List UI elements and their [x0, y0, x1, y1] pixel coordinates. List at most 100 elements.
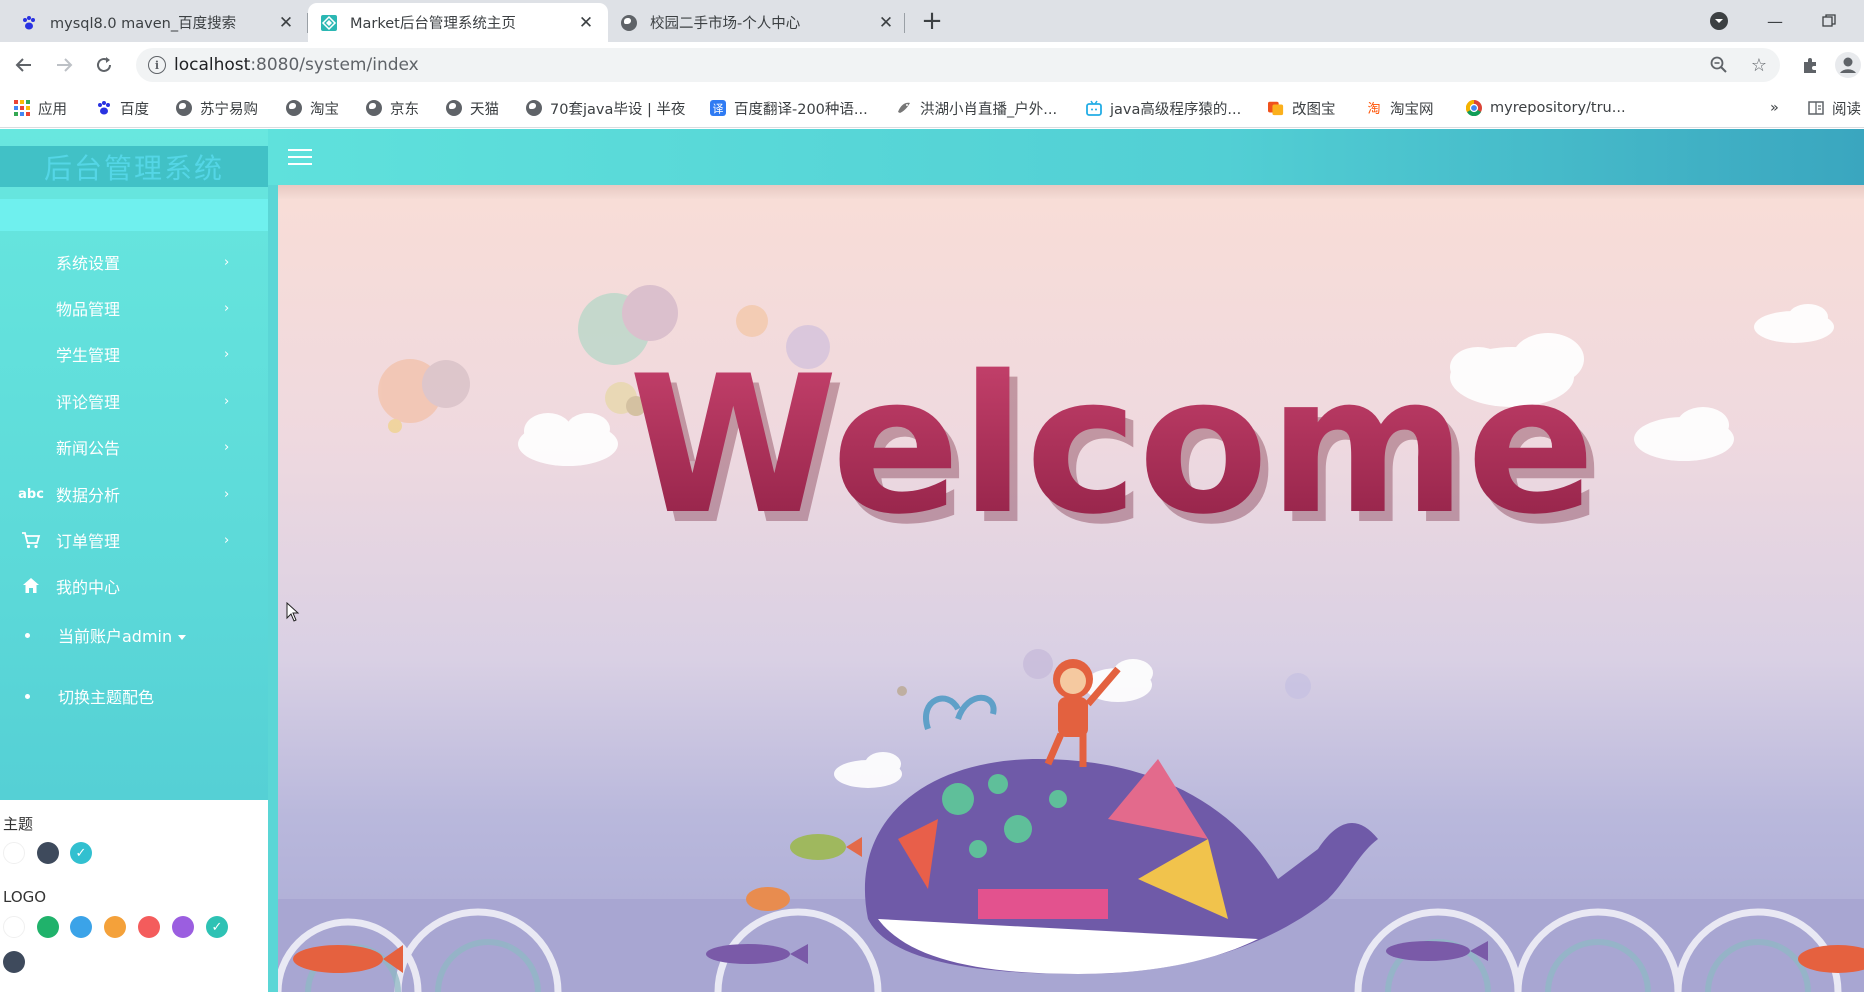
tab-baidu-search[interactable]: mysql8.0 maven_百度搜索 ✕: [8, 3, 308, 42]
bookmark-myrepository[interactable]: myrepository/tru...: [1466, 88, 1626, 128]
zoom-icon[interactable]: [1708, 54, 1730, 76]
tab-campus-market[interactable]: 校园二手市场-个人中心 ✕: [608, 3, 908, 42]
tab-separator: [904, 13, 905, 33]
theme-swatch-cyan-selected[interactable]: ✓: [70, 842, 92, 864]
bookmark-tmall[interactable]: 天猫: [446, 88, 499, 128]
tab-title: 校园二手市场-个人中心: [650, 16, 801, 32]
chevron-right-icon: ›: [224, 346, 230, 362]
logo-swatch-dark[interactable]: [3, 951, 25, 973]
bird-icon: [896, 100, 912, 116]
bookmark-label: 百度: [120, 101, 149, 118]
chevron-right-icon: ›: [224, 486, 230, 502]
address-bar[interactable]: i localhost:8080/system/index ☆: [136, 48, 1780, 82]
bookmark-baidu-translate[interactable]: 译 百度翻译-200种语...: [710, 88, 868, 128]
profile-avatar[interactable]: [1834, 51, 1862, 79]
svg-text:淘: 淘: [1367, 102, 1380, 116]
bookmark-taobao[interactable]: 淘宝: [286, 88, 339, 128]
bookmark-star-icon[interactable]: ☆: [1748, 54, 1770, 76]
restore-icon[interactable]: [1814, 4, 1844, 38]
switch-theme-label: 切换主题配色: [58, 688, 155, 707]
minimize-icon[interactable]: —: [1760, 4, 1790, 38]
theme-panel: 主题 ✓ LOGO ✓: [0, 800, 268, 992]
menu-toggle-icon[interactable]: [288, 149, 312, 167]
close-icon[interactable]: ✕: [876, 13, 896, 33]
bullet-dot: [25, 632, 30, 638]
menu-label: 我的中心: [56, 578, 121, 597]
logo-swatch-purple[interactable]: [172, 916, 194, 938]
sidebar: 后台管理系统 系统设置 › 物品管理 › 学生管理 › 评论管理 › 新闻公告 …: [0, 129, 268, 992]
bookmark-label: 苏宁易购: [200, 101, 258, 118]
image-icon: [1268, 100, 1284, 116]
bookmark-apps[interactable]: 应用: [14, 88, 67, 128]
baidu-paw-icon: [20, 14, 38, 32]
site-info-icon[interactable]: i: [148, 56, 166, 74]
bookmark-bilibili[interactable]: java高级程序猿的...: [1086, 88, 1241, 128]
extensions-icon[interactable]: [1796, 51, 1824, 79]
home-icon: [20, 575, 42, 597]
bookmark-live-stream[interactable]: 洪湖小肖直播_户外...: [896, 88, 1057, 128]
bookmarks-bar: 应用 百度 苏宁易购 淘宝 京东 天猫 70套java毕设 | 半夜 译 百度翻…: [0, 88, 1864, 128]
bookmark-suning[interactable]: 苏宁易购: [176, 88, 258, 128]
sidebar-highlight-strip: [0, 199, 268, 231]
welcome-banner: Welcome Welcome: [278, 199, 1864, 992]
logo-swatch-red[interactable]: [138, 916, 160, 938]
bookmark-taobao-net[interactable]: 淘 淘宝网: [1366, 88, 1434, 128]
browser-tab-bar: mysql8.0 maven_百度搜索 ✕ Market后台管理系统主页 ✕ 校…: [0, 0, 1864, 42]
menu-student-management[interactable]: 学生管理 ›: [0, 331, 268, 377]
logo-swatch-green[interactable]: [37, 916, 59, 938]
bookmark-label: 淘宝网: [1390, 101, 1434, 118]
welcome-illustration: Welcome Welcome: [278, 285, 1864, 992]
logo-swatch-white[interactable]: [3, 916, 25, 938]
bookmark-label: 70套java毕设 | 半夜: [550, 101, 686, 118]
tab-search-icon[interactable]: [1706, 4, 1732, 38]
bookmark-label: myrepository/tru...: [1490, 100, 1626, 116]
chevron-right-icon: ›: [224, 254, 230, 270]
menu-news[interactable]: 新闻公告 ›: [0, 424, 268, 470]
menu-system-settings[interactable]: 系统设置 ›: [0, 239, 268, 285]
logo-swatch-orange[interactable]: [104, 916, 126, 938]
menu-label: 新闻公告: [56, 439, 121, 458]
chevron-right-icon: ›: [224, 300, 230, 316]
logo-swatch-blue[interactable]: [70, 916, 92, 938]
app-diamond-icon: [320, 14, 338, 32]
menu-item-management[interactable]: 物品管理 ›: [0, 285, 268, 331]
close-icon[interactable]: ✕: [576, 13, 596, 33]
globe-icon: [176, 100, 192, 116]
bookmarks-overflow-button[interactable]: »: [1770, 88, 1779, 128]
top-header: [268, 129, 1864, 185]
menu-comment-management[interactable]: 评论管理 ›: [0, 378, 268, 424]
bookmark-baidu[interactable]: 百度: [96, 88, 149, 128]
sidebar-logo: 后台管理系统: [0, 146, 268, 187]
forward-icon[interactable]: [50, 51, 78, 79]
caret-down-icon: [178, 635, 187, 640]
new-tab-button[interactable]: +: [918, 8, 946, 36]
tv-icon: [1086, 100, 1102, 116]
menu-label: 订单管理: [56, 532, 121, 551]
account-dropdown[interactable]: 当前账户admin: [0, 612, 268, 658]
sidebar-edge: [268, 129, 278, 992]
reload-icon[interactable]: [90, 51, 118, 79]
globe-icon: [446, 100, 462, 116]
logo-swatch-teal-selected[interactable]: ✓: [206, 916, 228, 938]
bookmark-gaitubao[interactable]: 改图宝: [1268, 88, 1336, 128]
svg-text:译: 译: [713, 103, 724, 116]
theme-swatch-dark[interactable]: [37, 842, 59, 864]
taobao-icon: 淘: [1366, 100, 1382, 116]
menu-data-analysis[interactable]: abc 数据分析 ›: [0, 471, 268, 517]
menu-my-center[interactable]: 我的中心: [0, 563, 268, 609]
tab-title: Market后台管理系统主页: [350, 16, 516, 32]
reading-list-button[interactable]: 阅读: [1808, 88, 1861, 128]
theme-label: 主题: [3, 815, 34, 833]
back-icon[interactable]: [10, 51, 38, 79]
bookmark-java-projects[interactable]: 70套java毕设 | 半夜: [526, 88, 685, 128]
menu-order-management[interactable]: 订单管理 ›: [0, 517, 268, 563]
chevron-right-icon: ›: [224, 393, 230, 409]
chevron-right-icon: ›: [224, 532, 230, 548]
bookmark-jd[interactable]: 京东: [366, 88, 419, 128]
globe-icon: [286, 100, 302, 116]
close-icon[interactable]: ✕: [276, 13, 296, 33]
theme-swatch-white[interactable]: [3, 842, 25, 864]
switch-theme-button[interactable]: 切换主题配色: [0, 673, 268, 719]
bookmark-label: 应用: [38, 101, 67, 118]
tab-market-admin[interactable]: Market后台管理系统主页 ✕: [308, 3, 608, 42]
